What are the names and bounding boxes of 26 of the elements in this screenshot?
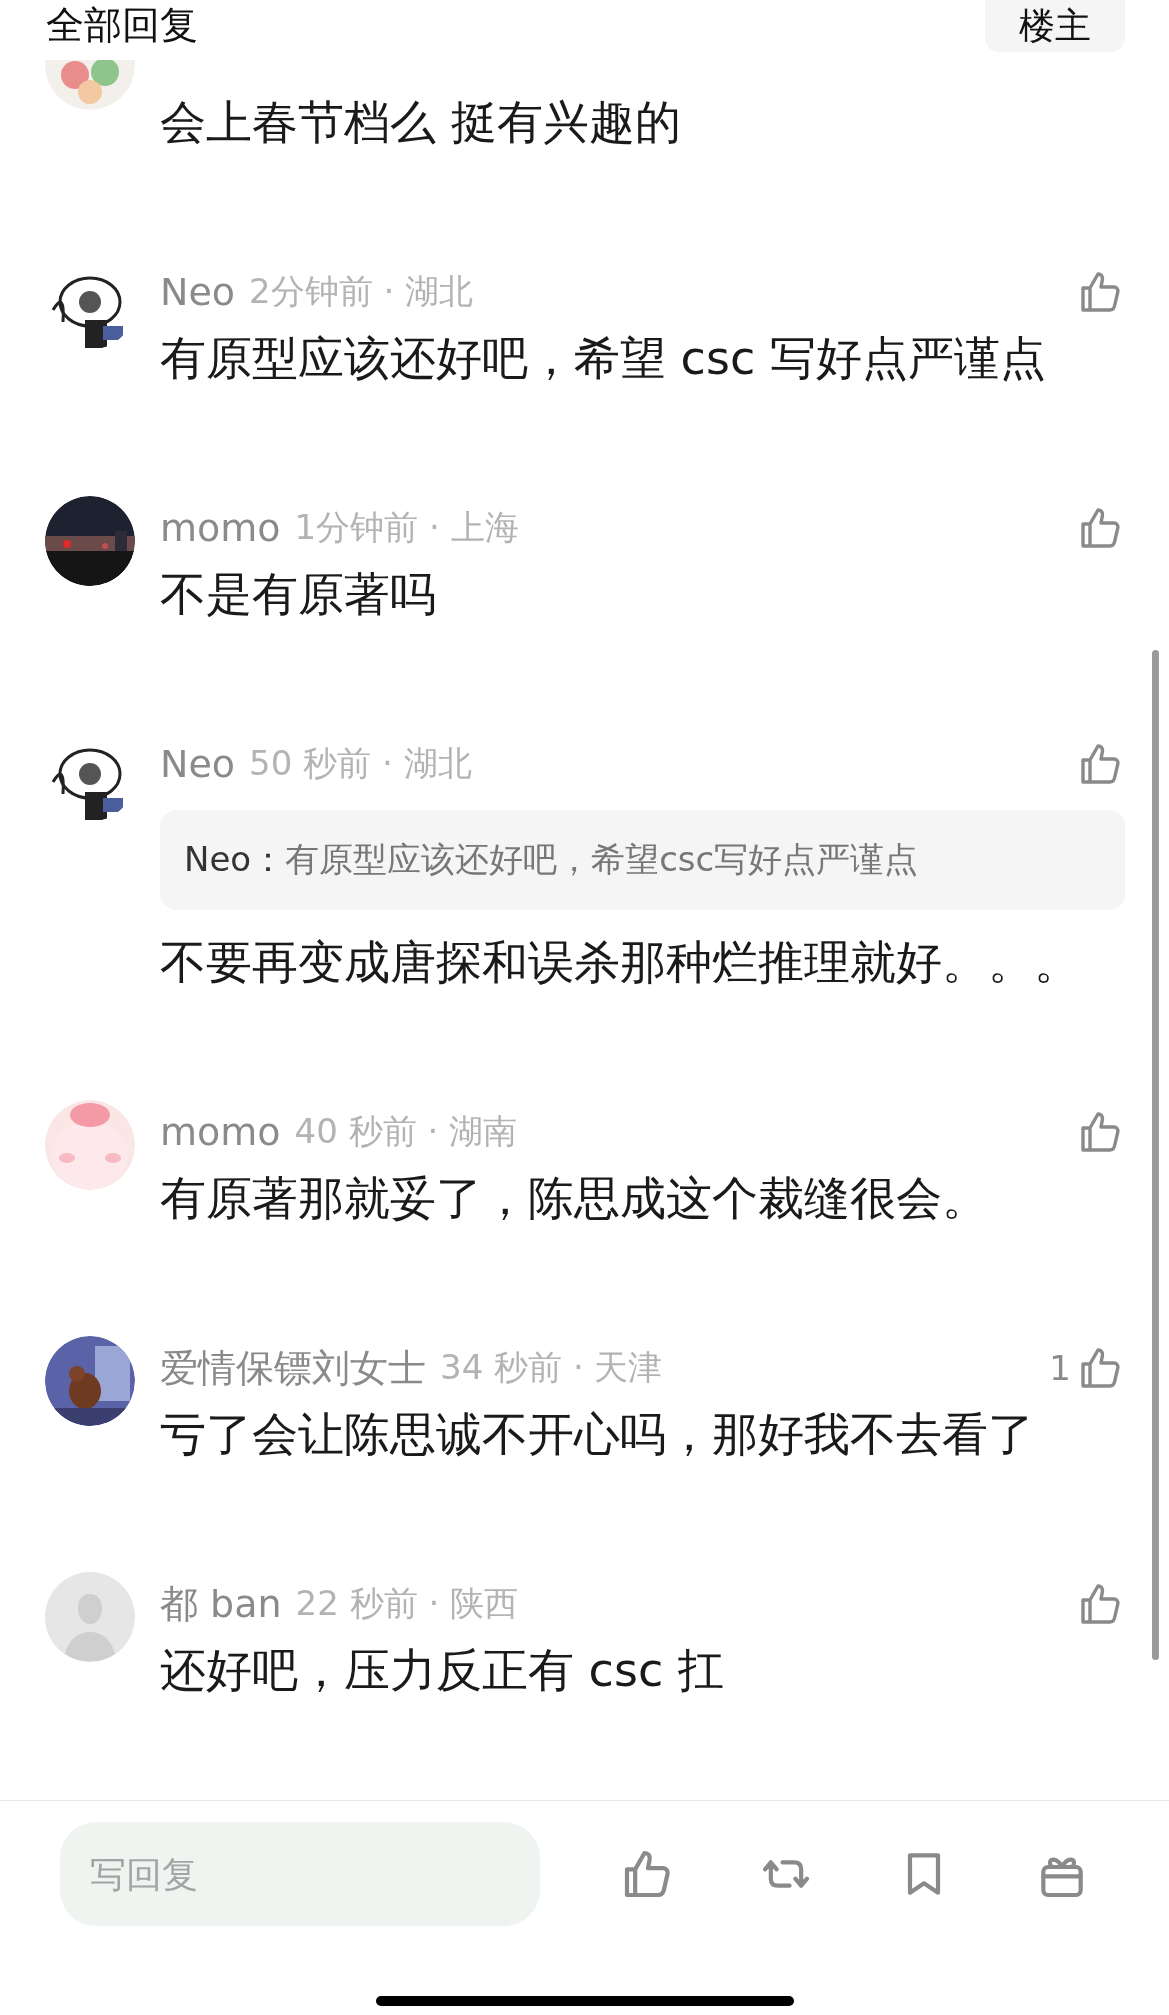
op-filter-button[interactable]: 楼主 — [985, 0, 1125, 52]
comment-text: 不是有原著吗 — [160, 566, 437, 623]
time-location: 34 秒前 · 天津 — [440, 1346, 664, 1389]
time-location: 50 秒前 · 湖北 — [249, 742, 473, 785]
username[interactable]: Neo — [160, 270, 236, 314]
scrollbar[interactable] — [1152, 650, 1159, 1660]
quoted-reply: Neo：有原型应该还好吧，希望csc写好点严谨点 — [160, 810, 1125, 910]
default-avatar-icon — [45, 1572, 135, 1662]
comment-text: 不要再变成唐探和误杀那种烂推理就好。。。 — [160, 934, 1081, 991]
time-location: 1分钟前 · 上海 — [294, 506, 520, 549]
comment-text: 亏了会让陈思诚不开心吗，那好我不去看了 — [160, 1406, 1035, 1463]
comment-text: 有原著那就妥了，陈思成这个裁缝很会。 — [160, 1170, 989, 1227]
like-count: 1 — [1049, 1348, 1071, 1388]
username[interactable]: 都 ban — [160, 1578, 282, 1630]
reply-input-field[interactable]: 写回复 — [60, 1822, 540, 1926]
username[interactable]: Neo — [160, 742, 236, 786]
time-location: 40 秒前 · 湖南 — [294, 1110, 519, 1153]
username[interactable]: 爱情保镖刘女士 — [160, 1342, 426, 1394]
username[interactable]: momo — [160, 1110, 281, 1154]
time-location: 2分钟前 · 湖北 — [249, 270, 475, 313]
comment-text: 还好吧，压力反正有 csc 扛 — [160, 1642, 725, 1699]
username[interactable]: momo — [160, 506, 281, 550]
comment-text: 会上春节档么 挺有兴趣的 — [160, 94, 682, 151]
section-title: 全部回复 — [46, 2, 198, 49]
comment-text: 有原型应该还好吧，希望 csc 写好点严谨点 — [160, 330, 1047, 387]
time-location: 22 秒前 · 陕西 — [295, 1582, 520, 1625]
